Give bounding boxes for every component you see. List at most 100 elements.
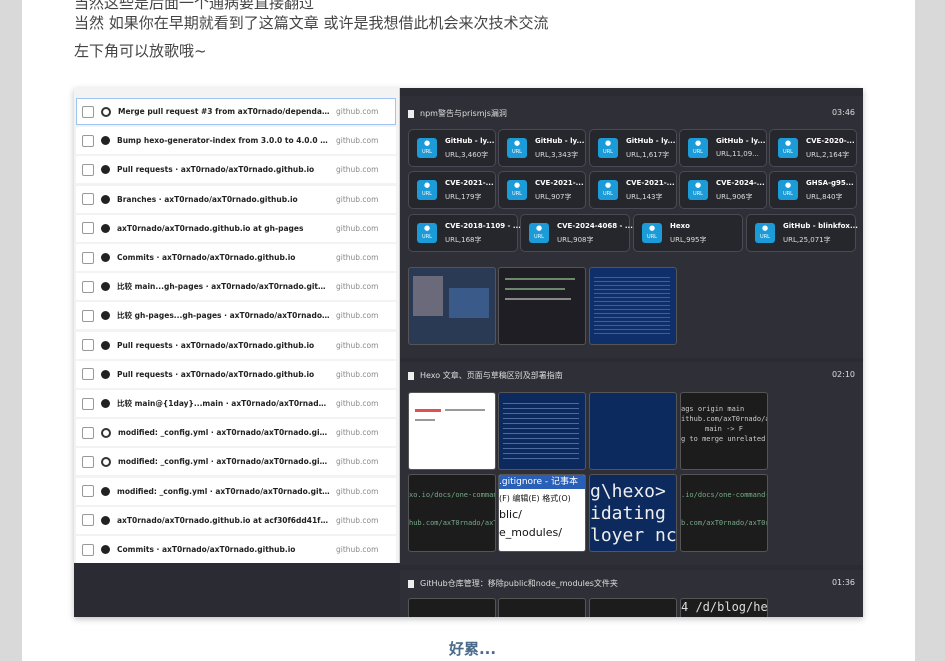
terminal-thumbnail[interactable]: g\hexo> idating loyer nc bbox=[589, 474, 677, 552]
link-tile[interactable]: URL GHSA-g95... URL,840字 bbox=[769, 171, 857, 209]
history-row[interactable]: modified: _config.yml · axT0rnado/axT0rn… bbox=[76, 448, 396, 476]
history-row[interactable]: Commits · axT0rnado/axT0rnado.github.io g… bbox=[76, 536, 396, 563]
url-icon: URL bbox=[688, 129, 708, 158]
history-row[interactable]: Pull requests · axT0rnado/axT0rnado.gith… bbox=[76, 360, 396, 388]
row-checkbox[interactable] bbox=[82, 426, 94, 439]
tile-title: CVE-2021-... bbox=[445, 179, 494, 187]
history-row[interactable]: 比较 main@{1day}...main · axT0rnado/axT0rn… bbox=[76, 390, 396, 417]
history-row[interactable]: 比较 gh-pages...gh-pages · axT0rnado/axT0r… bbox=[76, 302, 396, 330]
tile-size: URL,906字 bbox=[716, 193, 753, 201]
url-icon: URL bbox=[417, 171, 437, 200]
link-tile[interactable]: URL GitHub - ly... URL,3,343字 bbox=[498, 129, 586, 167]
screenshot-thumbnail[interactable] bbox=[589, 598, 677, 617]
row-checkbox[interactable] bbox=[82, 485, 94, 498]
section-time: 02:10 bbox=[831, 370, 855, 379]
screenshot-image[interactable]: Merge pull request #3 from axT0rnado/dep… bbox=[74, 88, 863, 617]
history-row[interactable]: Pull requests · axT0rnado/axT0rnado.gith… bbox=[76, 156, 396, 184]
github-icon bbox=[101, 282, 110, 292]
section-title: GitHub仓库管理：移除public和node_modules文件夹 bbox=[420, 579, 618, 588]
link-tile[interactable]: URL CVE-2024-... URL,906字 bbox=[679, 171, 767, 209]
section-time: 01:36 bbox=[831, 578, 855, 587]
history-row[interactable]: Bump hexo-generator-index from 3.0.0 to … bbox=[76, 127, 396, 155]
history-row[interactable]: axT0rnado/axT0rnado.github.io at acf30f6… bbox=[76, 506, 396, 534]
link-tile[interactable]: URL GitHub - ly... URL,1,617字 bbox=[589, 129, 677, 167]
history-row[interactable]: Pull requests · axT0rnado/axT0rnado.gith… bbox=[76, 331, 396, 359]
screenshot-thumbnail[interactable] bbox=[498, 392, 586, 470]
history-domain: github.com bbox=[336, 399, 379, 408]
link-tile[interactable]: URL CVE-2021-... URL,179字 bbox=[408, 171, 496, 209]
tile-title: Hexo bbox=[670, 222, 690, 230]
history-title: Pull requests · axT0rnado/axT0rnado.gith… bbox=[117, 165, 315, 175]
history-row[interactable]: 比较 main...gh-pages · axT0rnado/axT0rnado… bbox=[76, 273, 396, 301]
row-checkbox[interactable] bbox=[82, 368, 94, 381]
terminal-thumbnail[interactable]: .io/docs/one-command- b.com/axT0rnado/ax… bbox=[680, 474, 768, 552]
tile-title: GHSA-g95... bbox=[806, 179, 854, 187]
notepad-thumbnail[interactable]: .gitignore - 记事本 (F) 编辑(E) 格式(O) blic/ e… bbox=[498, 474, 586, 552]
row-checkbox[interactable] bbox=[82, 339, 94, 352]
history-title: modified: _config.yml · axT0rnado/axT0rn… bbox=[118, 428, 330, 438]
history-row[interactable]: modified: _config.yml · axT0rnado/axT0rn… bbox=[76, 419, 396, 447]
link-tile[interactable]: URL GitHub - ly... URL,3,460字 bbox=[408, 129, 496, 167]
tile-size: URL,25,071字 bbox=[783, 236, 831, 244]
row-checkbox[interactable] bbox=[82, 543, 94, 556]
history-domain: github.com bbox=[336, 311, 379, 321]
history-title: modified: _config.yml · axT0rnado/axT0rn… bbox=[118, 457, 330, 467]
terminal-thumbnail[interactable]: ags origin main ithub.com/axT0rnado/ax m… bbox=[680, 392, 768, 470]
history-domain: github.com bbox=[336, 428, 379, 438]
history-row[interactable]: Merge pull request #3 from axT0rnado/dep… bbox=[76, 98, 396, 125]
tile-title: GitHub - ly... bbox=[445, 137, 495, 145]
history-row[interactable]: Branches · axT0rnado/axT0rnado.github.io… bbox=[76, 185, 396, 213]
history-row[interactable]: axT0rnado/axT0rnado.github.io at gh-page… bbox=[76, 214, 396, 242]
url-icon: URL bbox=[507, 171, 527, 200]
row-checkbox[interactable] bbox=[82, 455, 94, 468]
history-domain: github.com bbox=[336, 223, 379, 233]
github-icon bbox=[101, 456, 111, 467]
row-checkbox[interactable] bbox=[82, 251, 94, 264]
row-checkbox[interactable] bbox=[82, 397, 94, 410]
terminal-thumbnail[interactable]: 4 /d/blog/he bbox=[680, 598, 768, 617]
tile-title: CVE-2024-... bbox=[716, 179, 765, 187]
row-checkbox[interactable] bbox=[82, 134, 94, 147]
link-tile[interactable]: URL GitHub - ly... URL,11,09... bbox=[679, 129, 767, 167]
history-title: Merge pull request #3 from axT0rnado/dep… bbox=[118, 107, 330, 116]
screenshot-thumbnail[interactable] bbox=[408, 392, 496, 470]
row-checkbox[interactable] bbox=[82, 163, 94, 176]
screenshot-thumbnail[interactable] bbox=[408, 598, 496, 617]
link-tile[interactable]: URL CVE-2018-1109 - ... URL,168字 bbox=[408, 214, 521, 252]
timeline-panel: npm警告与prismjs漏洞 03:46 URLGitHub - ly...U… bbox=[400, 88, 863, 617]
timeline-section: GitHub仓库管理：移除public和node_modules文件夹 01:3… bbox=[400, 570, 863, 617]
link-tile[interactable]: URL CVE-2024-4068 - ... URL,908字 bbox=[520, 214, 633, 252]
github-icon bbox=[101, 545, 110, 554]
history-title: 比较 main@{1day}...main · axT0rnado/axT0rn… bbox=[117, 399, 330, 408]
row-checkbox[interactable] bbox=[82, 105, 94, 118]
github-icon bbox=[101, 194, 110, 204]
screenshot-thumbnail[interactable] bbox=[408, 267, 496, 345]
github-icon bbox=[101, 106, 111, 117]
row-checkbox[interactable] bbox=[82, 309, 94, 322]
screenshot-thumbnail[interactable] bbox=[589, 392, 677, 470]
url-icon: URL bbox=[778, 171, 798, 200]
row-checkbox[interactable] bbox=[82, 280, 94, 293]
terminal-thumbnail[interactable]: xo.io/docs/one-command hub.com/axT0rnado… bbox=[408, 474, 496, 552]
screenshot-thumbnail[interactable] bbox=[498, 598, 586, 617]
article-line-2: 当然 如果你在早期就看到了这篇文章 或许是我想借此机会来次技术交流 bbox=[74, 14, 549, 32]
link-tile[interactable]: URL CVE-2020-... URL,2,164字 bbox=[769, 129, 857, 167]
history-row[interactable]: Commits · axT0rnado/axT0rnado.github.io g… bbox=[76, 244, 396, 271]
row-checkbox[interactable] bbox=[82, 222, 94, 235]
history-row[interactable]: modified: _config.yml · axT0rnado/axT0rn… bbox=[76, 477, 396, 505]
link-tile[interactable]: URL CVE-2021-... URL,907字 bbox=[498, 171, 586, 209]
link-tile[interactable]: URL CVE-2021-... URL,143字 bbox=[589, 171, 677, 209]
history-title: Commits · axT0rnado/axT0rnado.github.io bbox=[117, 253, 296, 262]
link-tile[interactable]: URL Hexo URL,995字 bbox=[633, 214, 743, 252]
article-line-3: 左下角可以放歌哦~ bbox=[74, 42, 207, 60]
history-domain: github.com bbox=[336, 282, 379, 292]
github-icon bbox=[101, 340, 110, 350]
timeline-section: Hexo 文章、页面与草稿区别及部署指南 02:10 ags origin ma… bbox=[400, 362, 863, 565]
screenshot-thumbnail[interactable] bbox=[498, 267, 586, 345]
section-time: 03:46 bbox=[831, 108, 855, 117]
row-checkbox[interactable] bbox=[82, 514, 94, 527]
screenshot-thumbnail[interactable] bbox=[589, 267, 677, 345]
row-checkbox[interactable] bbox=[82, 193, 94, 206]
link-tile[interactable]: URL GitHub - blinkfox... URL,25,071字 bbox=[746, 214, 858, 252]
tile-size: URL,11,09... bbox=[716, 150, 759, 158]
